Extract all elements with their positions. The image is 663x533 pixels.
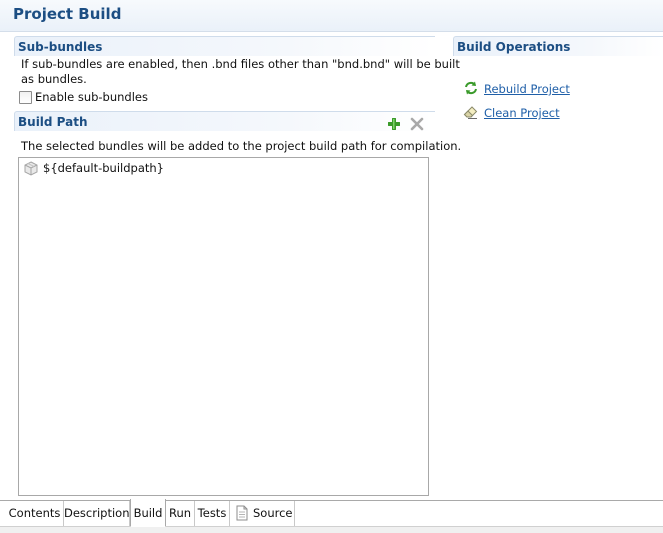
page-title: Project Build bbox=[13, 5, 122, 23]
tab-description[interactable]: Description bbox=[64, 501, 130, 527]
sub-bundles-section-header: Sub-bundles bbox=[14, 36, 435, 56]
enable-sub-bundles-label[interactable]: Enable sub-bundles bbox=[35, 89, 148, 105]
add-plus-icon[interactable] bbox=[386, 116, 402, 132]
build-operations-title: Build Operations bbox=[457, 40, 571, 54]
editor-tab-strip: Contents Description Build Run Tests Sou… bbox=[0, 499, 663, 527]
build-path-list[interactable]: ${default-buildpath} bbox=[18, 157, 429, 496]
list-item[interactable]: ${default-buildpath} bbox=[23, 160, 223, 178]
tab-build[interactable]: Build bbox=[130, 499, 166, 527]
build-path-title: Build Path bbox=[18, 115, 88, 129]
tab-contents[interactable]: Contents bbox=[6, 501, 64, 527]
page-header: Project Build bbox=[0, 0, 663, 32]
project-build-editor: Project Build Sub-bundles If sub-bundles… bbox=[0, 0, 663, 533]
tab-run[interactable]: Run bbox=[166, 501, 195, 527]
eraser-icon bbox=[463, 104, 479, 120]
build-operations-section-header: Build Operations bbox=[453, 36, 663, 56]
bottom-border bbox=[0, 526, 663, 533]
tab-source[interactable]: Source bbox=[230, 501, 295, 527]
build-path-section-header: Build Path bbox=[14, 111, 435, 131]
sub-bundles-title: Sub-bundles bbox=[18, 40, 103, 54]
sub-bundles-description-line2: as bundles. bbox=[21, 72, 87, 86]
list-item-label: ${default-buildpath} bbox=[43, 161, 164, 175]
tab-source-label: Source bbox=[253, 506, 293, 520]
refresh-arrows-icon bbox=[463, 80, 479, 96]
enable-sub-bundles-checkbox[interactable] bbox=[19, 91, 32, 104]
remove-x-icon[interactable] bbox=[409, 116, 425, 132]
clean-project-link[interactable]: Clean Project bbox=[484, 105, 560, 121]
rebuild-project-link[interactable]: Rebuild Project bbox=[484, 81, 570, 97]
bundle-icon bbox=[23, 161, 39, 177]
tab-tests[interactable]: Tests bbox=[195, 501, 230, 527]
sub-bundles-description-line1: If sub-bundles are enabled, then .bnd fi… bbox=[21, 57, 460, 71]
document-icon bbox=[235, 505, 249, 521]
build-path-description: The selected bundles will be added to th… bbox=[21, 139, 462, 153]
